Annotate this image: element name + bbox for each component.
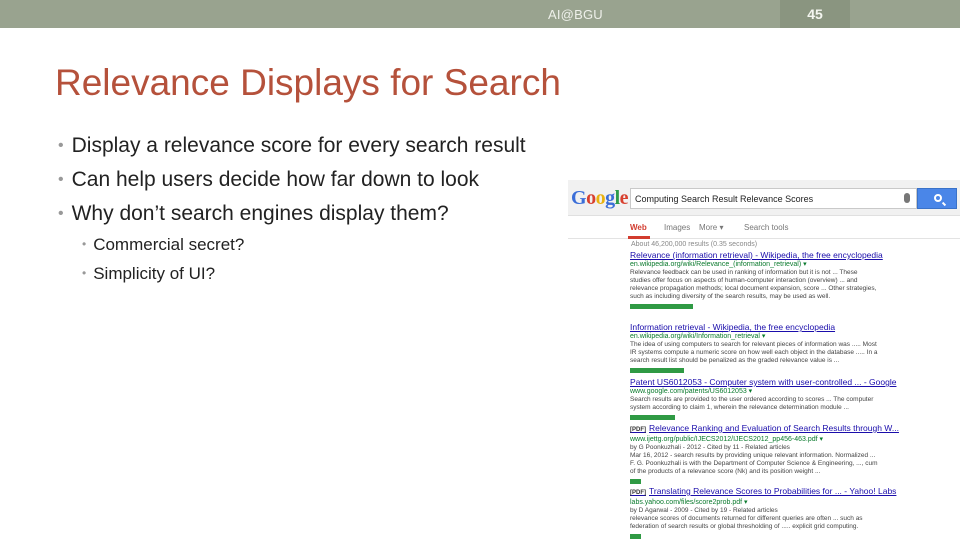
result-url[interactable]: www.google.com/patents/US6012053 ▾ (630, 387, 955, 396)
tab-more[interactable]: More ▾ (699, 223, 723, 232)
search-result: Patent US6012053 - Computer system with … (630, 377, 955, 420)
result-title-link[interactable]: [PDF] Relevance Ranking and Evaluation of… (630, 423, 955, 435)
slide-number-box: 45 (780, 0, 850, 28)
relevance-score-bar (630, 415, 675, 420)
search-button[interactable] (917, 188, 957, 209)
result-title-link[interactable]: [PDF] Translating Relevance Scores to Pro… (630, 486, 955, 498)
result-snippet: by D Agarwal - 2009 - Cited by 19 - Rela… (630, 507, 778, 514)
header-text: AI@BGU (548, 7, 603, 22)
bullet-item: • Why don’t search engines display them? (58, 202, 449, 226)
sub-bullet-text: Simplicity of UI? (93, 264, 216, 283)
result-url[interactable]: en.wikipedia.org/wiki/Relevance_(informa… (630, 260, 955, 269)
tab-web[interactable]: Web (630, 223, 647, 232)
search-icon (934, 194, 942, 202)
bullet-dot-icon: • (58, 171, 64, 188)
bullet-text: Display a relevance score for every sear… (71, 134, 526, 157)
result-url[interactable]: www.ijettg.org/public/IJECS2012/IJECS201… (630, 435, 955, 444)
google-logo[interactable]: Google (571, 187, 629, 210)
result-snippet: IR systems compute a numeric score on ho… (630, 349, 878, 356)
sub-bullet-item: • Simplicity of UI? (82, 264, 215, 284)
result-snippet: system according to claim 1, wherein the… (630, 404, 849, 411)
bullet-dot-icon: • (82, 237, 87, 251)
bullet-item: • Display a relevance score for every sea… (58, 134, 526, 158)
search-result: [PDF] Translating Relevance Scores to Pro… (630, 486, 955, 539)
results-stats: About 46,200,000 results (0.35 seconds) (631, 241, 758, 248)
pdf-tag: [PDF] (630, 427, 646, 433)
result-title-text[interactable]: Translating Relevance Scores to Probabil… (649, 486, 896, 496)
search-result: Information retrieval - Wikipedia, the f… (630, 322, 955, 373)
result-title-link[interactable]: Information retrieval - Wikipedia, the f… (630, 322, 955, 332)
relevance-score-bar (630, 368, 684, 373)
bullet-dot-icon: • (58, 205, 64, 222)
result-snippet: search result list should be penalized a… (630, 357, 840, 364)
search-input[interactable] (631, 189, 891, 209)
bullet-item: • Can help users decide how far down to l… (58, 168, 479, 192)
bullet-dot-icon: • (82, 266, 87, 280)
result-title-link[interactable]: Patent US6012053 - Computer system with … (630, 377, 955, 387)
pdf-tag: [PDF] (630, 490, 646, 496)
result-snippet: Mar 16, 2012 - search results by providi… (630, 452, 876, 459)
google-search-screenshot: Google Web Images More ▾ Search tools Ab… (568, 180, 960, 540)
relevance-score-bar (630, 479, 641, 484)
sub-bullet-item: • Commercial secret? (82, 235, 244, 255)
result-snippet: of the products of a relevance score (Nk… (630, 468, 821, 475)
relevance-score-bar (630, 304, 693, 309)
relevance-score-bar (630, 534, 641, 539)
search-tabs: Web Images More ▾ Search tools (568, 217, 960, 239)
microphone-icon[interactable] (904, 193, 910, 203)
result-url[interactable]: en.wikipedia.org/wiki/Information_retrie… (630, 332, 955, 341)
result-title-text[interactable]: Relevance Ranking and Evaluation of Sear… (649, 423, 899, 433)
result-url[interactable]: labs.yahoo.com/files/score2prob.pdf ▾ (630, 498, 955, 507)
tab-images[interactable]: Images (664, 223, 690, 232)
tab-search-tools[interactable]: Search tools (744, 223, 788, 232)
result-snippet: F. G. Poonkuzhali is with the Department… (630, 460, 878, 467)
search-result: [PDF] Relevance Ranking and Evaluation of… (630, 423, 955, 484)
result-snippet: Relevance feedback can be used in rankin… (630, 269, 858, 276)
result-snippet: relevance propagation methods; local doc… (630, 285, 877, 292)
active-tab-indicator (628, 236, 650, 239)
bullet-dot-icon: • (58, 137, 64, 154)
result-snippet: by G Poonkuzhali - 2012 - Cited by 11 - … (630, 444, 790, 451)
bullet-text: Why don’t search engines display them? (71, 202, 449, 225)
result-snippet: such as including diversity of the searc… (630, 293, 831, 300)
result-snippet: studies offer focus on aspects of human-… (630, 277, 858, 284)
result-title-link[interactable]: Relevance (information retrieval) - Wiki… (630, 250, 955, 260)
search-result: Relevance (information retrieval) - Wiki… (630, 250, 955, 309)
header-bar: AI@BGU 45 (0, 0, 960, 28)
bullet-text: Can help users decide how far down to lo… (71, 168, 480, 191)
slide-title: Relevance Displays for Search (55, 62, 561, 103)
slide-number: 45 (807, 6, 823, 22)
result-snippet: Search results are provided to the user … (630, 396, 874, 403)
result-snippet: The idea of using computers to search fo… (630, 341, 877, 348)
search-box[interactable] (630, 188, 917, 209)
result-snippet: federation of search results or global t… (630, 523, 859, 530)
result-snippet: relevance scores of documents returned f… (630, 515, 863, 522)
sub-bullet-text: Commercial secret? (93, 235, 245, 254)
google-header: Google (568, 180, 960, 216)
